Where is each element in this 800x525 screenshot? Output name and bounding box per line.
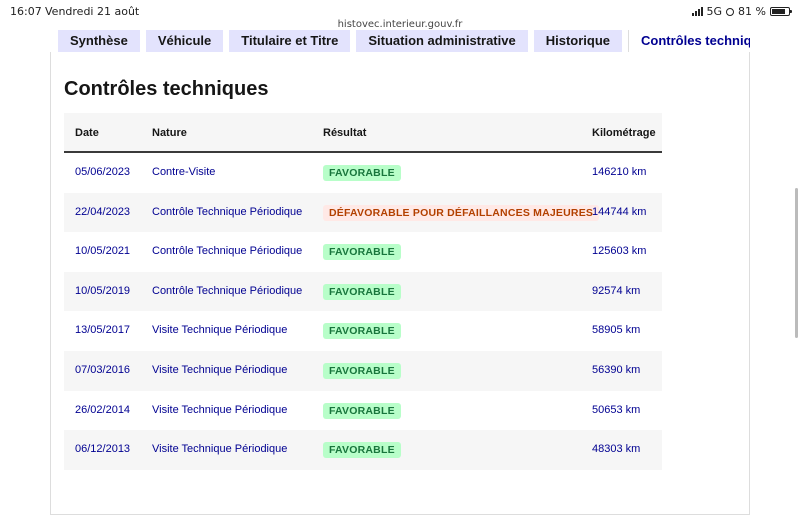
- column-header-date: Date: [75, 127, 99, 139]
- cell-mileage: 146210 km: [592, 166, 647, 178]
- cell-nature: Visite Technique Périodique: [152, 363, 288, 376]
- cell-nature: Contrôle Technique Périodique: [152, 205, 303, 218]
- table-row: 05/06/2023 Contre-Visite FAVORABLE 146210 k…: [64, 153, 662, 193]
- cell-nature: Contrôle Technique Périodique: [152, 245, 303, 258]
- table-row: 10/05/2021 Contrôle Technique Périodique F…: [64, 232, 662, 272]
- table-row: 06/12/2013 Visite Technique Périodique FAV…: [64, 430, 662, 470]
- cell-mileage: 92574 km: [592, 284, 641, 297]
- status-bar: 16:07 Vendredi 21 août histovec.interieu…: [0, 0, 800, 30]
- cell-date: 06/12/2013: [75, 443, 131, 456]
- status-badge: FAVORABLE: [323, 323, 401, 340]
- column-header-mileage: Kilométrage: [592, 127, 656, 139]
- tab-0[interactable]: Synthèse: [58, 30, 140, 52]
- cell-nature: Visite Technique Périodique: [152, 324, 288, 337]
- table-row: 26/02/2014 Visite Technique Périodique FAV…: [64, 391, 662, 431]
- table-row: 22/04/2023 Contrôle Technique Périodique D…: [64, 192, 662, 233]
- location-icon: [726, 7, 735, 16]
- table-row: 13/05/2017 Visite Technique Périodique FAV…: [64, 311, 662, 351]
- cell-date: 07/03/2016: [75, 363, 131, 376]
- battery-fill: [772, 9, 785, 14]
- cell-mileage: 48303 km: [592, 443, 641, 456]
- cell-nature: Contrôle Technique Périodique: [152, 284, 303, 297]
- page-title: Contrôles techniques: [64, 78, 269, 100]
- cell-nature: Visite Technique Périodique: [152, 443, 288, 456]
- status-indicators: 5G 81 %: [691, 5, 792, 18]
- status-badge: FAVORABLE: [323, 244, 401, 261]
- cell-mileage: 58905 km: [592, 324, 641, 337]
- column-header-nature: Nature: [152, 127, 187, 139]
- cell-date: 26/02/2014: [75, 403, 131, 416]
- inspections-table: Date Nature Résultat Kilométrage 05/06/2…: [64, 113, 662, 470]
- battery-percent: 81 %: [738, 5, 766, 18]
- status-badge: FAVORABLE: [323, 442, 401, 459]
- cell-date: 05/06/2023: [75, 166, 131, 178]
- status-badge: DÉFAVORABLE POUR DÉFAILLANCES MAJEURES: [323, 204, 600, 221]
- tab-5[interactable]: Contrôles techniques: [628, 30, 750, 52]
- status-time: 16:07: [10, 5, 42, 18]
- status-badge: FAVORABLE: [323, 283, 401, 300]
- status-badge: FAVORABLE: [323, 362, 401, 379]
- cell-date: 13/05/2017: [75, 324, 131, 337]
- table-row: 07/03/2016 Visite Technique Périodique FAV…: [64, 350, 662, 391]
- signal-icon: [691, 7, 703, 16]
- scrollbar[interactable]: [795, 188, 798, 338]
- cell-date: 10/05/2021: [75, 245, 131, 258]
- table-header: Date Nature Résultat Kilométrage: [64, 113, 662, 153]
- cell-date: 22/04/2023: [75, 205, 131, 218]
- cell-nature: Visite Technique Périodique: [152, 403, 288, 416]
- column-header-result: Résultat: [323, 127, 367, 139]
- cell-mileage: 125603 km: [592, 245, 647, 258]
- cell-nature: Contre-Visite: [152, 166, 216, 178]
- status-badge: FAVORABLE: [323, 165, 401, 181]
- cell-date: 10/05/2019: [75, 284, 131, 297]
- battery-icon: [770, 7, 792, 16]
- tab-3[interactable]: Situation administrative: [356, 30, 528, 52]
- cell-mileage: 50653 km: [592, 403, 641, 416]
- network-label: 5G: [706, 5, 723, 18]
- tab-2[interactable]: Titulaire et Titre: [229, 30, 351, 52]
- cell-mileage: 144744 km: [592, 205, 647, 218]
- address-bar-url[interactable]: histovec.interieur.gouv.fr: [0, 19, 800, 30]
- status-badge: FAVORABLE: [323, 402, 401, 419]
- table-row: 10/05/2019 Contrôle Technique Périodique F…: [64, 271, 662, 312]
- tab-1[interactable]: Véhicule: [145, 30, 224, 52]
- cell-mileage: 56390 km: [592, 363, 641, 376]
- status-date: Vendredi 21 août: [45, 5, 140, 18]
- tab-bar: Synthèse Véhicule Titulaire et Titre Situat…: [50, 30, 750, 52]
- tab-4[interactable]: Historique: [533, 30, 623, 52]
